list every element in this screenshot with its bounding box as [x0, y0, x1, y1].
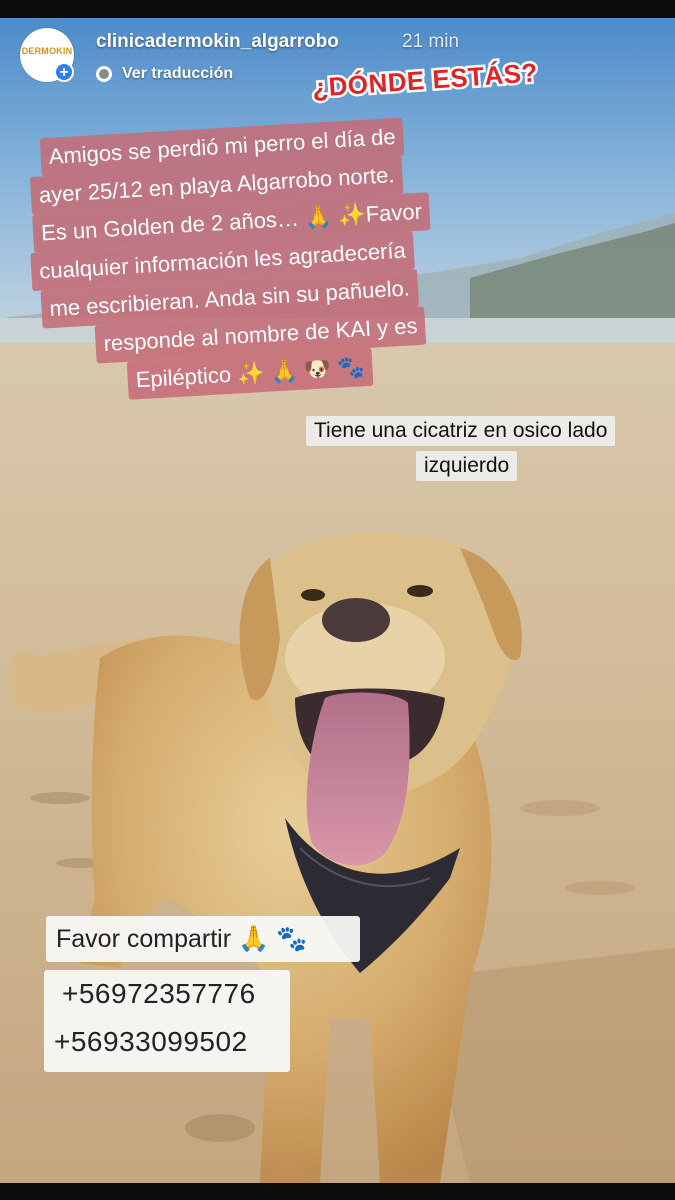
story-header: DERMOKIN + clinicadermokin_algarrobo 21 …	[20, 28, 660, 88]
translate-icon	[96, 66, 112, 82]
see-translation-button[interactable]: Ver traducción	[96, 63, 233, 85]
share-request: Favor compartir 🙏 🐾	[46, 916, 360, 962]
profile-avatar[interactable]: DERMOKIN +	[20, 28, 74, 82]
username[interactable]: clinicadermokin_algarrobo	[96, 31, 339, 53]
lost-dog-message: Amigos se perdió mi perro el día de ayer…	[22, 113, 499, 439]
phone-number: +56933099502	[54, 1026, 248, 1057]
phone-numbers: +56972357776 +56933099502	[44, 970, 290, 1072]
phone-number: +56972357776	[62, 978, 256, 1009]
story-viewer[interactable]: DERMOKIN + clinicadermokin_algarrobo 21 …	[0, 0, 675, 1200]
add-story-badge-icon: +	[54, 62, 74, 82]
scar-note-line2: izquierdo	[416, 451, 518, 481]
scar-note-line1: Tiene una cicatriz en osico lado	[306, 416, 616, 446]
avatar-logo-text: DERMOKIN	[21, 46, 73, 56]
story-time: 21 min	[402, 31, 460, 52]
bottom-bar	[0, 1183, 675, 1200]
top-bar	[0, 0, 675, 18]
see-translation-label: Ver traducción	[122, 65, 234, 82]
